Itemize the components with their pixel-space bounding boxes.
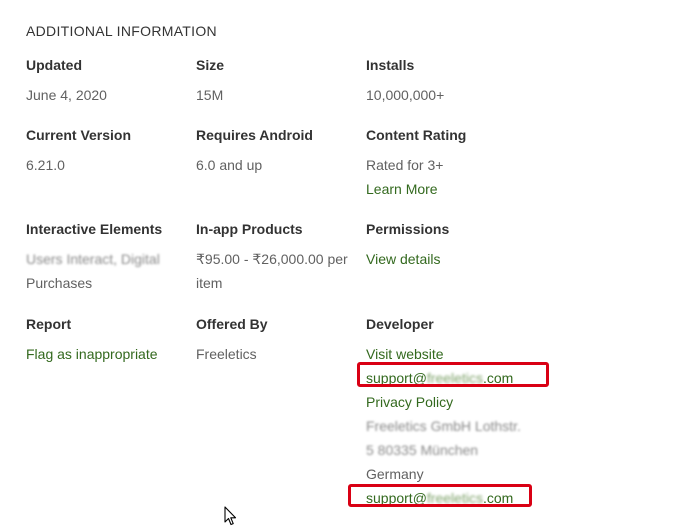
developer-label: Developer: [366, 316, 434, 332]
flag-inappropriate-link[interactable]: Flag as inappropriate: [26, 342, 158, 366]
interactive-elements-label: Interactive Elements: [26, 221, 163, 237]
in-app-products-field: In-app Products ₹95.00 - ₹26,000.00 per …: [196, 221, 348, 295]
email-prefix: support@: [366, 370, 427, 386]
visit-website-link[interactable]: Visit website: [366, 342, 521, 366]
current-version-field: Current Version 6.21.0: [26, 127, 131, 177]
developer-address-line1: Freeletics GmbH Lothstr.: [366, 418, 521, 434]
requires-android-value: 6.0 and up: [196, 157, 263, 173]
mouse-cursor-icon: [224, 506, 237, 526]
size-label: Size: [196, 57, 225, 73]
privacy-policy-link[interactable]: Privacy Policy: [366, 390, 521, 414]
developer-address-line2: 5 80335 München: [366, 442, 479, 458]
installs-value: 10,000,000+: [366, 87, 445, 103]
updated-label: Updated: [26, 57, 82, 73]
installs-label: Installs: [366, 57, 415, 73]
email-suffix: .com: [482, 490, 514, 506]
email-domain: freeletics: [426, 490, 483, 506]
developer-email-link[interactable]: support@freeletics.com: [366, 366, 521, 390]
offered-by-label: Offered By: [196, 316, 268, 332]
requires-android-field: Requires Android 6.0 and up: [196, 127, 313, 177]
updated-field: Updated June 4, 2020: [26, 57, 107, 107]
section-title: ADDITIONAL INFORMATION: [26, 23, 217, 39]
email-prefix: support@: [366, 490, 427, 506]
in-app-products-label: In-app Products: [196, 221, 303, 237]
in-app-products-value-line1: ₹95.00 - ₹26,000.00 per: [196, 251, 348, 267]
developer-field: Developer Visit website support@freeleti…: [366, 316, 521, 510]
developer-address-line3: Germany: [366, 466, 424, 482]
learn-more-link[interactable]: Learn More: [366, 177, 466, 201]
developer-email-link-2[interactable]: support@freeletics.com: [366, 486, 521, 510]
size-field: Size 15M: [196, 57, 224, 107]
email-suffix: .com: [482, 370, 514, 386]
current-version-value: 6.21.0: [26, 157, 65, 173]
offered-by-field: Offered By Freeletics: [196, 316, 268, 366]
installs-field: Installs 10,000,000+: [366, 57, 444, 107]
updated-value: June 4, 2020: [26, 87, 107, 103]
view-details-link[interactable]: View details: [366, 247, 449, 271]
content-rating-label: Content Rating: [366, 127, 467, 143]
report-field: Report Flag as inappropriate: [26, 316, 158, 366]
content-rating-field: Content Rating Rated for 3+ Learn More: [366, 127, 466, 201]
in-app-products-value-line2: item: [196, 275, 223, 291]
email-domain: freeletics: [426, 370, 483, 386]
requires-android-label: Requires Android: [196, 127, 313, 143]
report-label: Report: [26, 316, 72, 332]
interactive-elements-value-line2: Purchases: [26, 275, 93, 291]
content-rating-value: Rated for 3+: [366, 157, 444, 173]
interactive-elements-value-line1: Users Interact, Digital: [26, 251, 160, 267]
current-version-label: Current Version: [26, 127, 132, 143]
offered-by-value: Freeletics: [196, 346, 257, 362]
interactive-elements-field: Interactive Elements Users Interact, Dig…: [26, 221, 162, 295]
size-value: 15M: [196, 87, 224, 103]
permissions-field: Permissions View details: [366, 221, 449, 271]
permissions-label: Permissions: [366, 221, 450, 237]
